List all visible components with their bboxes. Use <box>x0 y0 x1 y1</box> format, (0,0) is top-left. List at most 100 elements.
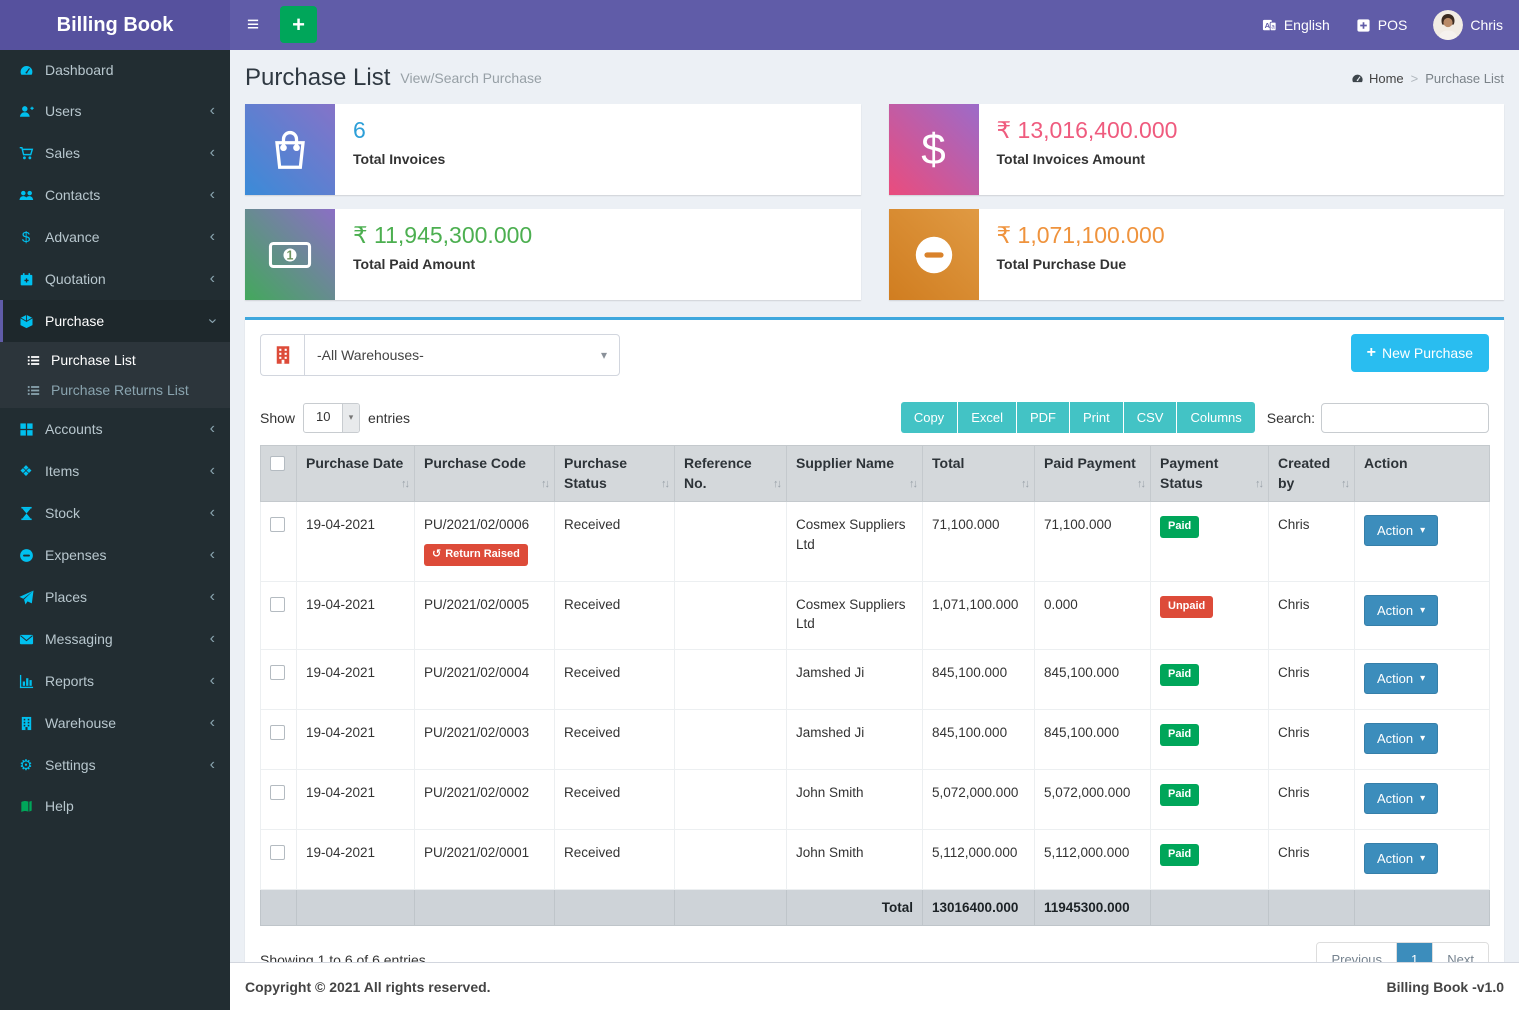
sort-icon[interactable]: ↑↓ <box>1255 477 1262 492</box>
gears-icon: ⚙ <box>15 758 37 773</box>
row-checkbox[interactable] <box>270 845 285 860</box>
action-button[interactable]: Action ▾ <box>1364 663 1438 694</box>
export-csv-button[interactable]: CSV <box>1124 402 1177 433</box>
purchase-date-cell: 19-04-2021 <box>297 502 415 582</box>
paid-payment-cell: 845,100.000 <box>1035 649 1151 709</box>
sidebar-item-purchase[interactable]: Purchase‹ <box>0 300 230 342</box>
sidebar-item-quotation[interactable]: Quotation‹ <box>0 258 230 300</box>
action-button[interactable]: Action▾ <box>1364 595 1438 626</box>
chevron-left-icon: ‹ <box>210 672 215 690</box>
stat-card-body: 6Total Invoices <box>335 104 463 195</box>
sidebar-item-dashboard[interactable]: Dashboard <box>0 50 230 90</box>
total-cell: 5,112,000.000 <box>923 829 1035 889</box>
sidebar-item-contacts[interactable]: Contacts‹ <box>0 174 230 216</box>
breadcrumb-home[interactable]: Home <box>1351 71 1404 86</box>
language-menu[interactable]: Aa English <box>1262 17 1330 33</box>
warehouse-select[interactable]: -All Warehouses- ▾ <box>304 334 620 376</box>
warehouse-selected-option: -All Warehouses- <box>317 347 424 363</box>
total-cell: 845,100.000 <box>923 649 1035 709</box>
sidebar-item-places[interactable]: Places‹ <box>0 576 230 618</box>
sort-icon[interactable]: ↑↓ <box>773 477 780 492</box>
sort-icon[interactable]: ↑↓ <box>661 477 668 492</box>
select-all-checkbox[interactable] <box>270 456 285 471</box>
search-input[interactable] <box>1321 403 1489 433</box>
row-checkbox[interactable] <box>270 517 285 532</box>
sidebar-subitem-purchase-returns-list[interactable]: Purchase Returns List <box>0 375 230 405</box>
action-button[interactable]: Action▾ <box>1364 515 1438 546</box>
purchase-code: PU/2021/02/0002 <box>424 783 545 803</box>
gauge-icon <box>1351 72 1364 85</box>
page-size-value: 10 <box>304 404 342 432</box>
quick-add-button[interactable]: + <box>280 6 317 43</box>
sidebar-item-reports[interactable]: Reports‹ <box>0 660 230 702</box>
sort-icon[interactable]: ↑↓ <box>909 477 916 492</box>
export-copy-button[interactable]: Copy <box>901 402 957 433</box>
hourglass-icon <box>15 506 37 521</box>
payment-status-cell: Paid <box>1151 769 1269 829</box>
supplier-name-cell: Cosmex Suppliers Ltd <box>787 581 923 649</box>
user-menu[interactable]: Chris <box>1433 10 1503 40</box>
sort-icon[interactable]: ↑↓ <box>541 477 548 492</box>
purchase-code: PU/2021/02/0006 <box>424 515 545 535</box>
purchase-code: PU/2021/02/0004 <box>424 663 545 683</box>
sidebar-item-settings[interactable]: ⚙Settings‹ <box>0 744 230 786</box>
sidebar-item-messaging[interactable]: Messaging‹ <box>0 618 230 660</box>
export-print-button[interactable]: Print <box>1070 402 1123 433</box>
row-select-cell <box>261 829 297 889</box>
sidebar-item-help[interactable]: Help <box>0 786 230 826</box>
export-columns-button[interactable]: Columns <box>1177 402 1254 433</box>
sidebar-toggle-button[interactable]: ≡ <box>230 0 276 50</box>
purchase-date-cell: 19-04-2021 <box>297 709 415 769</box>
export-excel-button[interactable]: Excel <box>958 402 1016 433</box>
stat-card-value: ₹ 1,071,100.000 <box>997 222 1165 249</box>
page-size-select[interactable]: 10 ▾ <box>303 403 360 433</box>
created-by-cell: Chris <box>1269 581 1355 649</box>
chevron-left-icon: ‹ <box>210 462 215 480</box>
sidebar-item-warehouse[interactable]: Warehouse‹ <box>0 702 230 744</box>
row-checkbox[interactable] <box>270 785 285 800</box>
sidebar-item-accounts[interactable]: Accounts‹ <box>0 408 230 450</box>
supplier-name-cell: John Smith <box>787 769 923 829</box>
sidebar-item-advance[interactable]: $Advance‹ <box>0 216 230 258</box>
payment-status-badge: Paid <box>1160 516 1199 538</box>
sidebar-item-stock[interactable]: Stock‹ <box>0 492 230 534</box>
action-label: Action <box>1377 671 1413 686</box>
purchase-code: PU/2021/02/0001 <box>424 843 545 863</box>
row-checkbox[interactable] <box>270 665 285 680</box>
search-label: Search: <box>1267 410 1315 426</box>
action-button[interactable]: Action▾ <box>1364 843 1438 874</box>
action-button[interactable]: Action▾ <box>1364 723 1438 754</box>
column-header-created-by: Created by↑↓ <box>1269 446 1355 502</box>
chevron-left-icon: ‹ <box>210 546 215 564</box>
action-button[interactable]: Action▾ <box>1364 783 1438 814</box>
sidebar-item-expenses[interactable]: Expenses‹ <box>0 534 230 576</box>
sidebar-subitem-purchase-list[interactable]: Purchase List <box>0 345 230 375</box>
return-icon: ↺ <box>432 547 441 563</box>
sort-icon[interactable]: ↑↓ <box>401 477 408 492</box>
export-pdf-button[interactable]: PDF <box>1017 402 1069 433</box>
column-header-paid-payment: Paid Payment↑↓ <box>1035 446 1151 502</box>
sort-icon[interactable]: ↑↓ <box>1137 477 1144 492</box>
action-cell: Action▾ <box>1355 769 1490 829</box>
sidebar-subitem-label: Purchase List <box>51 352 136 368</box>
caret-down-icon: ▾ <box>1420 525 1425 536</box>
row-checkbox[interactable] <box>270 725 285 740</box>
language-icon: Aa <box>1262 18 1277 33</box>
app-logo[interactable]: Billing Book <box>0 0 230 50</box>
sidebar-item-items[interactable]: ❖Items‹ <box>0 450 230 492</box>
purchase-date-cell: 19-04-2021 <box>297 581 415 649</box>
new-purchase-button[interactable]: + New Purchase <box>1351 334 1489 372</box>
panel-toolbar: -All Warehouses- ▾ + New Purchase <box>260 334 1489 376</box>
sidebar-item-sales[interactable]: Sales‹ <box>0 132 230 174</box>
breadcrumb-separator: > <box>1411 71 1419 86</box>
sidebar-item-users[interactable]: Users‹ <box>0 90 230 132</box>
caret-down-icon: ▾ <box>1420 673 1425 684</box>
pos-button[interactable]: POS <box>1356 17 1408 33</box>
chevron-left-icon: ‹ <box>210 186 215 204</box>
payment-status-badge: Paid <box>1160 664 1199 686</box>
row-checkbox[interactable] <box>270 597 285 612</box>
sort-icon[interactable]: ↑↓ <box>1341 477 1348 492</box>
purchase-date-cell: 19-04-2021 <box>297 829 415 889</box>
sort-icon[interactable]: ↑↓ <box>1021 477 1028 492</box>
action-cell: Action▾ <box>1355 709 1490 769</box>
